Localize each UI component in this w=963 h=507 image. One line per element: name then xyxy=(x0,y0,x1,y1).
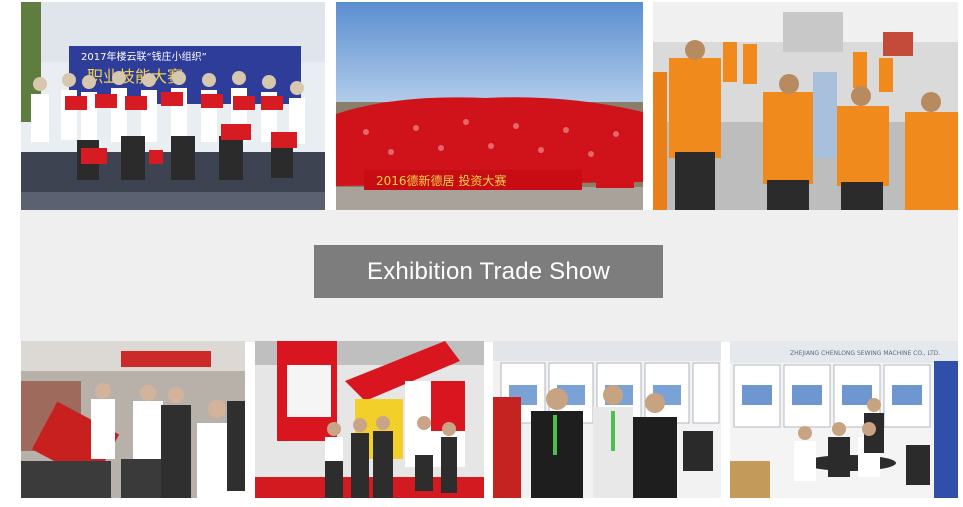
booth-sign: ZHEJIANG CHENLONG SEWING MACHINE CO., LT… xyxy=(790,350,940,357)
crowd-banner-text: 2016德新德居 投资大赛 xyxy=(376,173,506,188)
photo-group-stage: 2017年楼云联“钱庄小组织” 职业技能大赛 xyxy=(21,2,325,210)
stage-caption-1: 2017年楼云联“钱庄小组织” xyxy=(81,50,207,63)
photo-red-crowd: 2016德新德居 投资大赛 xyxy=(336,2,643,210)
stage-caption-2: 职业技能大赛 xyxy=(87,67,183,86)
photo-booth-meeting: ZHEJIANG CHENLONG SEWING MACHINE CO., LT… xyxy=(730,341,958,498)
section-banner: Exhibition Trade Show xyxy=(314,245,663,298)
photo-orange-team xyxy=(653,2,958,210)
photo-red-booth xyxy=(255,341,484,498)
photo-booth-visitors xyxy=(493,341,721,498)
section-banner-label: Exhibition Trade Show xyxy=(366,257,610,285)
photo-exhibit-hall xyxy=(21,341,245,498)
